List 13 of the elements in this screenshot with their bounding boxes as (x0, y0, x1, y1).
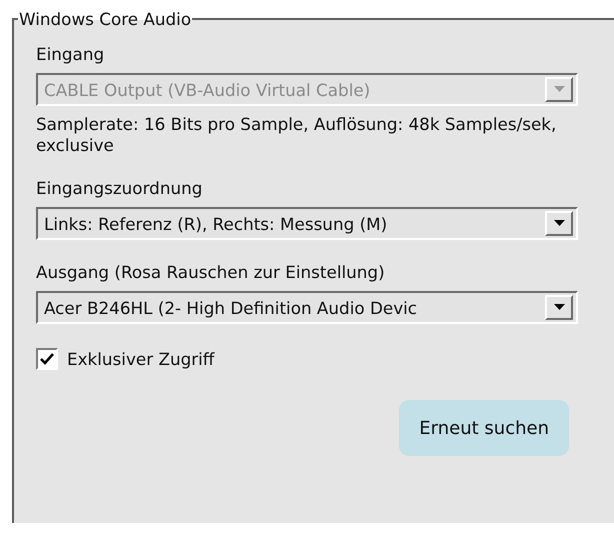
dropdown[interactable]: Links: Referenz (R), Rechts: Messung (M) (36, 207, 578, 240)
field-label: Eingangszuordnung (36, 178, 204, 198)
dropdown-arrow-icon (554, 304, 564, 311)
dropdown-arrow-icon (554, 220, 564, 227)
info-text: Samplerate: 16 Bits pro Sample, Auflösung: 48k Samples/sek, exclusive (36, 114, 558, 156)
field-label: Eingang (36, 44, 106, 64)
checkmark-icon (40, 353, 54, 365)
checkbox-label: Exklusiver Zugriff (67, 349, 214, 369)
dropdown[interactable]: Acer B246HL (2- High Definition Audio Devic (36, 291, 578, 324)
field-label: Ausgang (Rosa Rauschen zur Einstellung) (36, 262, 386, 282)
dropdown-arrow-icon (554, 86, 564, 93)
search-again-button[interactable]: Erneut suchen (399, 400, 569, 456)
checkbox[interactable] (36, 348, 58, 370)
